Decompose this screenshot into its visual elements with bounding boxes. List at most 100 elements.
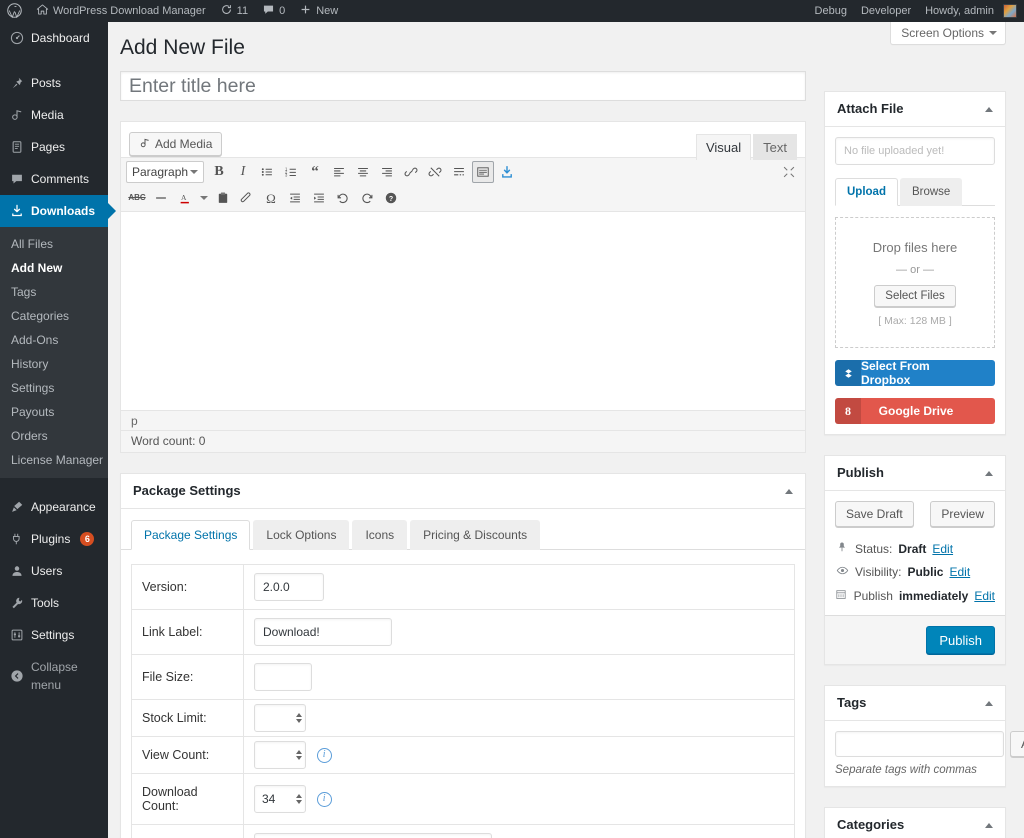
- google-drive-button[interactable]: 8 Google Drive: [835, 398, 995, 424]
- categories-header[interactable]: Categories: [825, 808, 1005, 838]
- help-icon[interactable]: ?: [380, 187, 402, 209]
- debug-menu[interactable]: Debug: [808, 0, 854, 22]
- unlink-icon[interactable]: [424, 161, 446, 183]
- allow-access-token-field[interactable]: All Visitors −: [254, 833, 492, 838]
- tab-icons[interactable]: Icons: [352, 520, 408, 550]
- spinner-arrows-icon[interactable]: [296, 794, 302, 804]
- toggle-panel-icon[interactable]: [985, 700, 993, 706]
- special-character-icon[interactable]: Ω: [260, 187, 282, 209]
- tab-package-settings[interactable]: Package Settings: [131, 520, 251, 550]
- tab-text[interactable]: Text: [753, 134, 797, 160]
- download-count-info-icon[interactable]: i: [316, 791, 332, 807]
- blockquote-icon[interactable]: “: [304, 161, 326, 183]
- sidebar-item-settings[interactable]: Settings: [0, 619, 108, 651]
- sidebar-item-dashboard[interactable]: Dashboard: [0, 22, 108, 54]
- read-more-icon[interactable]: [448, 161, 470, 183]
- publish-button[interactable]: Publish: [926, 626, 995, 654]
- bulleted-list-icon[interactable]: [256, 161, 278, 183]
- version-input[interactable]: [254, 573, 324, 601]
- bold-icon[interactable]: B: [208, 161, 230, 183]
- toggle-panel-icon[interactable]: [985, 106, 993, 112]
- horizontal-rule-icon[interactable]: [150, 187, 172, 209]
- submenu-item-add-ons[interactable]: Add-Ons: [0, 328, 108, 352]
- submenu-item-payouts[interactable]: Payouts: [0, 400, 108, 424]
- submenu-item-orders[interactable]: Orders: [0, 424, 108, 448]
- sidebar-item-downloads[interactable]: Downloads: [0, 195, 116, 227]
- text-color-icon[interactable]: A: [174, 187, 196, 209]
- comments-menu[interactable]: 0: [255, 0, 292, 22]
- submenu-item-tags[interactable]: Tags: [0, 280, 108, 304]
- editor-content-area[interactable]: [121, 212, 805, 410]
- sidebar-item-posts[interactable]: Posts: [0, 67, 108, 99]
- my-account-menu[interactable]: Howdy, admin: [918, 0, 1024, 22]
- edit-schedule-link[interactable]: Edit: [974, 589, 995, 603]
- submenu-item-history[interactable]: History: [0, 352, 108, 376]
- file-size-input[interactable]: [254, 663, 312, 691]
- toolbar-toggle-icon[interactable]: [472, 161, 494, 183]
- tab-pricing-discounts[interactable]: Pricing & Discounts: [410, 520, 541, 550]
- wp-logo-menu[interactable]: [0, 0, 29, 22]
- numbered-list-icon[interactable]: 123: [280, 161, 302, 183]
- undo-icon[interactable]: [332, 187, 354, 209]
- submenu-item-categories[interactable]: Categories: [0, 304, 108, 328]
- select-files-button[interactable]: Select Files: [874, 285, 956, 307]
- stock-limit-stepper[interactable]: [254, 704, 306, 732]
- edit-visibility-link[interactable]: Edit: [949, 565, 970, 579]
- save-draft-button[interactable]: Save Draft: [835, 501, 914, 527]
- spinner-arrows-icon[interactable]: [296, 750, 302, 760]
- file-dropzone[interactable]: Drop files here — or — Select Files [ Ma…: [835, 217, 995, 348]
- submenu-item-license-manager[interactable]: License Manager: [0, 448, 108, 472]
- submenu-item-settings[interactable]: Settings: [0, 376, 108, 400]
- toggle-panel-icon[interactable]: [985, 470, 993, 476]
- italic-icon[interactable]: I: [232, 161, 254, 183]
- format-select[interactable]: Paragraph: [126, 161, 204, 183]
- sidebar-item-plugins[interactable]: Plugins 6: [0, 523, 108, 555]
- publish-header[interactable]: Publish: [825, 456, 1005, 491]
- site-name-menu[interactable]: WordPress Download Manager: [29, 0, 213, 22]
- align-right-icon[interactable]: [376, 161, 398, 183]
- clear-formatting-icon[interactable]: [236, 187, 258, 209]
- tags-input[interactable]: [835, 731, 1004, 757]
- view-count-stepper[interactable]: [254, 741, 306, 769]
- tab-visual[interactable]: Visual: [695, 134, 752, 160]
- link-label-input[interactable]: [254, 618, 392, 646]
- tags-header[interactable]: Tags: [825, 686, 1005, 721]
- toggle-panel-icon[interactable]: [985, 822, 993, 828]
- attach-file-header[interactable]: Attach File: [825, 92, 1005, 127]
- toggle-panel-icon[interactable]: [785, 488, 793, 494]
- package-settings-header[interactable]: Package Settings: [121, 474, 805, 509]
- screen-options-button[interactable]: Screen Options: [890, 22, 1006, 45]
- outdent-icon[interactable]: [284, 187, 306, 209]
- redo-icon[interactable]: [356, 187, 378, 209]
- tab-lock-options[interactable]: Lock Options: [253, 520, 350, 550]
- new-content-menu[interactable]: New: [292, 0, 345, 22]
- sidebar-item-pages[interactable]: Pages: [0, 131, 108, 163]
- edit-status-link[interactable]: Edit: [932, 542, 953, 556]
- sidebar-item-tools[interactable]: Tools: [0, 587, 108, 619]
- link-icon[interactable]: [400, 161, 422, 183]
- updates-menu[interactable]: 11: [213, 0, 255, 22]
- add-media-button[interactable]: Add Media: [129, 132, 223, 156]
- align-center-icon[interactable]: [352, 161, 374, 183]
- collapse-menu-button[interactable]: Collapse menu: [0, 651, 108, 701]
- tab-browse[interactable]: Browse: [899, 178, 963, 206]
- align-left-icon[interactable]: [328, 161, 350, 183]
- download-count-stepper[interactable]: 34: [254, 785, 306, 813]
- distraction-free-icon[interactable]: [778, 161, 800, 183]
- submenu-item-add-new[interactable]: Add New: [0, 256, 108, 280]
- select-from-dropbox-button[interactable]: Select From Dropbox: [835, 360, 995, 386]
- sidebar-item-media[interactable]: Media: [0, 99, 108, 131]
- strikethrough-icon[interactable]: ABC: [126, 187, 148, 209]
- preview-button[interactable]: Preview: [930, 501, 995, 527]
- view-count-info-icon[interactable]: i: [316, 747, 332, 763]
- text-color-chevron-icon[interactable]: [198, 187, 210, 209]
- tab-upload[interactable]: Upload: [835, 178, 898, 206]
- spinner-arrows-icon[interactable]: [296, 713, 302, 723]
- submenu-item-all-files[interactable]: All Files: [0, 232, 108, 256]
- wpdm-insert-package-icon[interactable]: [496, 161, 518, 183]
- paste-as-text-icon[interactable]: [212, 187, 234, 209]
- add-tag-button[interactable]: Add: [1010, 731, 1024, 757]
- sidebar-item-appearance[interactable]: Appearance: [0, 491, 108, 523]
- sidebar-item-users[interactable]: Users: [0, 555, 108, 587]
- indent-icon[interactable]: [308, 187, 330, 209]
